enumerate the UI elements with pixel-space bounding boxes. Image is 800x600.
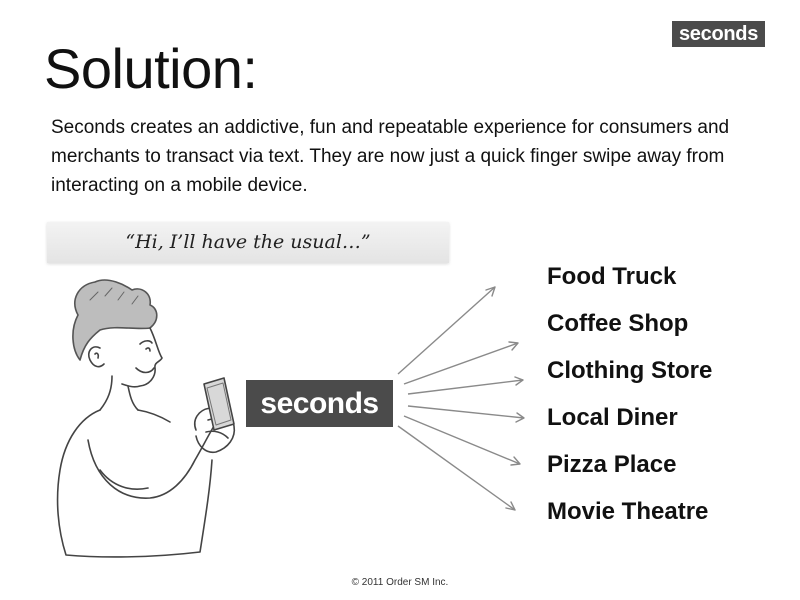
destination-item: Coffee Shop: [547, 310, 689, 337]
brand-badge-center: seconds: [246, 380, 393, 427]
person-with-phone-icon: [56, 279, 236, 558]
destination-item: Clothing Store: [547, 357, 713, 384]
arrow-food-truck: [397, 286, 496, 375]
destination-list: Food Truck Coffee Shop Clothing Store Lo…: [547, 258, 712, 540]
arrow-coffee-shop: [403, 342, 519, 385]
destination-item: Movie Theatre: [547, 498, 709, 525]
arrow-clothing-store: [407, 379, 524, 395]
arrows: [397, 286, 525, 511]
arrow-pizza-place: [403, 415, 521, 465]
footer-copyright: © 2011 Order SM Inc.: [351, 577, 449, 588]
arrow-local-diner: [407, 405, 525, 419]
destination-item: Food Truck: [547, 263, 677, 290]
arrow-movie-theatre: [397, 425, 516, 511]
destination-item: Pizza Place: [547, 451, 677, 478]
destination-item: Local Diner: [547, 404, 678, 431]
